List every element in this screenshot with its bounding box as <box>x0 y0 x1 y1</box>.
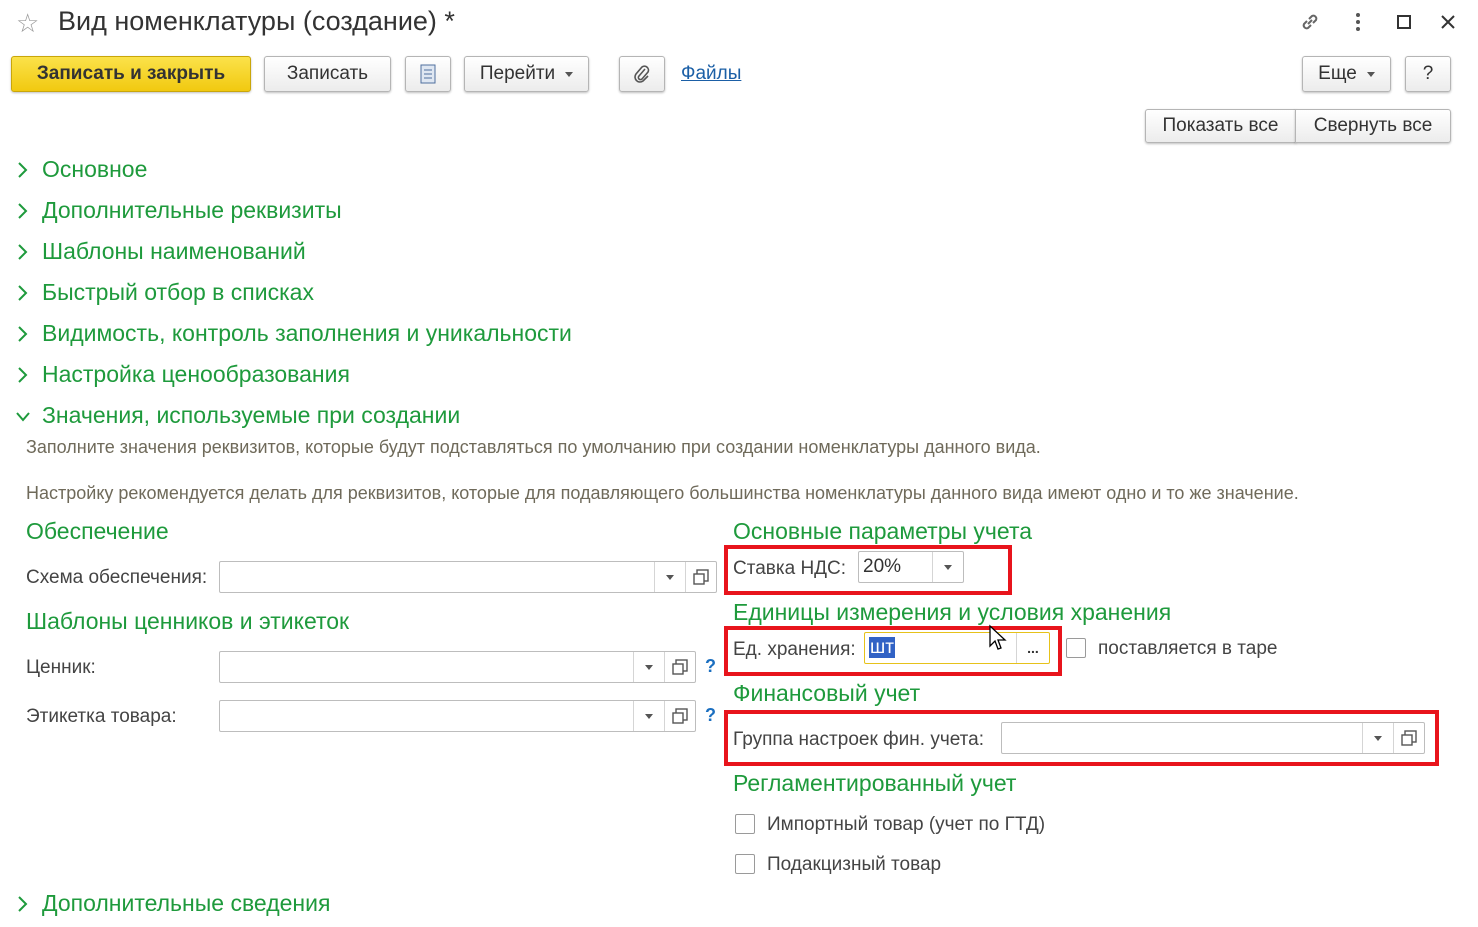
goto-button[interactable]: Перейти <box>464 56 589 92</box>
window-title: Вид номенклатуры (создание) * <box>58 6 455 36</box>
chevron-right-icon <box>18 325 28 342</box>
files-link[interactable]: Файлы <box>681 63 741 85</box>
provision-scheme-label: Схема обеспечения: <box>26 567 208 588</box>
group-title-templates: Шаблоны ценников и этикеток <box>26 608 350 634</box>
save-and-close-button[interactable]: Записать и закрыть <box>11 56 251 92</box>
storage-unit-label: Ед. хранения: <box>733 639 856 660</box>
save-button[interactable]: Записать <box>264 56 391 92</box>
excise-checkbox[interactable] <box>735 854 755 874</box>
price-tag-label: Ценник: <box>26 657 96 678</box>
hint-text: Заполните значения реквизитов, которые б… <box>26 437 1041 457</box>
more-vertical-icon[interactable] <box>1344 8 1372 36</box>
open-icon[interactable] <box>664 701 695 731</box>
help-icon[interactable]: ? <box>705 656 716 677</box>
link-icon[interactable] <box>1296 8 1324 36</box>
chevron-down-icon[interactable] <box>633 701 664 731</box>
attach-button[interactable] <box>619 56 665 92</box>
fin-group-value[interactable] <box>1002 723 1362 753</box>
chevron-down-icon[interactable] <box>633 652 664 682</box>
excise-label[interactable]: Подакцизный товар <box>767 854 941 876</box>
price-tag-value[interactable] <box>220 652 633 682</box>
in-container-label[interactable]: поставляется в таре <box>1098 638 1278 660</box>
group-title-units: Единицы измерения и условия хранения <box>733 599 1172 625</box>
section-label: Дополнительные сведения <box>42 890 331 916</box>
section-label: Быстрый отбор в списках <box>42 279 314 305</box>
open-icon[interactable] <box>664 652 695 682</box>
section-visibility[interactable]: Видимость, контроль заполнения и уникаль… <box>16 320 572 347</box>
product-label-value[interactable] <box>220 701 633 731</box>
chevron-down-icon <box>16 411 30 422</box>
section-main[interactable]: Основное <box>16 156 147 183</box>
chevron-down-icon <box>565 71 574 77</box>
chevron-right-icon <box>18 243 28 260</box>
chevron-down-icon[interactable] <box>932 552 963 582</box>
chevron-right-icon <box>18 161 28 178</box>
star-icon[interactable]: ☆ <box>16 8 39 39</box>
maximize-icon[interactable] <box>1390 8 1418 36</box>
select-button[interactable]: ... <box>1016 633 1049 663</box>
mouse-cursor-icon <box>989 624 1007 650</box>
section-label: Дополнительные реквизиты <box>42 197 342 223</box>
show-all-button[interactable]: Показать все <box>1145 109 1296 143</box>
vat-field[interactable]: 20% <box>858 551 964 583</box>
close-icon[interactable] <box>1434 8 1462 36</box>
collapse-all-button[interactable]: Свернуть все <box>1295 109 1451 143</box>
chevron-right-icon <box>18 366 28 383</box>
chevron-right-icon <box>18 895 28 912</box>
open-icon[interactable] <box>685 562 716 592</box>
document-list-button[interactable] <box>405 56 451 92</box>
more-button[interactable]: Еще <box>1302 56 1391 92</box>
open-icon[interactable] <box>1393 723 1424 753</box>
chevron-right-icon <box>18 284 28 301</box>
import-checkbox[interactable] <box>735 814 755 834</box>
fin-group-label: Группа настроек фин. учета: <box>733 729 985 750</box>
group-title-accounting: Основные параметры учета <box>733 518 1033 544</box>
section-pricing[interactable]: Настройка ценообразования <box>16 361 350 388</box>
section-label: Значения, используемые при создании <box>42 402 461 428</box>
paperclip-icon <box>634 65 650 83</box>
product-label-field[interactable] <box>219 700 696 732</box>
section-quick-filter[interactable]: Быстрый отбор в списках <box>16 279 314 306</box>
help-icon[interactable]: ? <box>705 705 716 726</box>
fin-group-field[interactable] <box>1001 722 1425 754</box>
group-title-provision: Обеспечение <box>26 518 169 544</box>
import-label[interactable]: Импортный товар (учет по ГТД) <box>767 814 1045 836</box>
chevron-down-icon[interactable] <box>654 562 685 592</box>
chevron-down-icon[interactable] <box>1362 723 1393 753</box>
storage-unit-value: шт <box>869 637 895 658</box>
section-name-templates[interactable]: Шаблоны наименований <box>16 238 306 265</box>
group-title-regulated: Регламентированный учет <box>733 770 1017 796</box>
product-label-label: Этикетка товара: <box>26 706 177 727</box>
section-label: Основное <box>42 156 148 182</box>
document-icon <box>420 64 436 84</box>
section-additional-info[interactable]: Дополнительные сведения <box>16 890 330 917</box>
section-label: Настройка ценообразования <box>42 361 350 387</box>
provision-scheme-value[interactable] <box>220 562 654 592</box>
chevron-right-icon <box>18 202 28 219</box>
section-label: Видимость, контроль заполнения и уникаль… <box>42 320 572 346</box>
storage-unit-field[interactable]: шт ... <box>864 632 1050 664</box>
vat-value[interactable]: 20% <box>859 552 932 582</box>
goto-label: Перейти <box>479 63 556 84</box>
provision-scheme-field[interactable] <box>219 561 717 593</box>
section-default-values[interactable]: Значения, используемые при создании <box>16 402 460 429</box>
price-tag-field[interactable] <box>219 651 696 683</box>
hint-text: Настройку рекомендуется делать для рекви… <box>26 483 1299 503</box>
help-button[interactable]: ? <box>1405 56 1451 92</box>
vat-label: Ставка НДС: <box>733 558 847 579</box>
group-title-finance: Финансовый учет <box>733 680 921 706</box>
chevron-down-icon <box>1366 71 1375 77</box>
more-label: Еще <box>1318 63 1357 84</box>
section-label: Шаблоны наименований <box>42 238 306 264</box>
section-extra-attributes[interactable]: Дополнительные реквизиты <box>16 197 342 224</box>
in-container-checkbox[interactable] <box>1066 638 1086 658</box>
